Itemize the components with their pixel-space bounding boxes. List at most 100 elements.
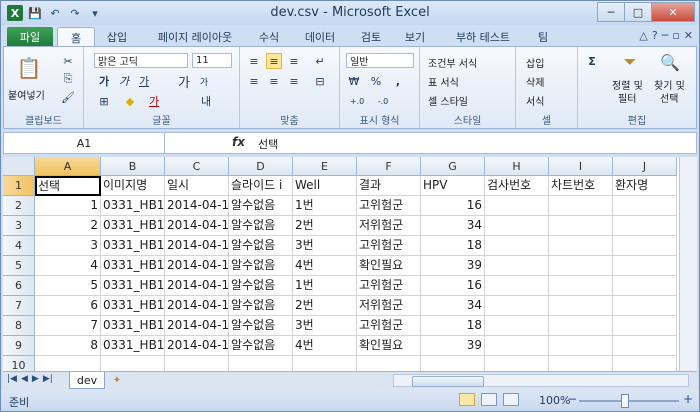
table-cell[interactable]: 차트번호: [549, 176, 613, 196]
maximize-button[interactable]: □: [624, 2, 652, 22]
table-cell[interactable]: 16: [421, 276, 485, 296]
zoom-level[interactable]: 100%: [539, 394, 570, 407]
column-header[interactable]: D: [229, 157, 293, 176]
table-cell[interactable]: 4: [35, 256, 101, 276]
zoom-in-button[interactable]: +: [683, 392, 693, 406]
row-header[interactable]: 1: [3, 176, 35, 196]
align-center-button[interactable]: ≡: [266, 73, 282, 89]
table-cell[interactable]: [613, 256, 677, 276]
increase-decimal-button[interactable]: +.0: [346, 93, 368, 109]
table-cell[interactable]: [357, 356, 421, 371]
table-cell[interactable]: 2번: [293, 216, 357, 236]
table-format-button[interactable]: 표 서식: [428, 74, 459, 89]
sort-filter-icon[interactable]: ⏷: [618, 51, 642, 73]
column-header[interactable]: F: [357, 157, 421, 176]
help-icon[interactable]: ?: [652, 29, 658, 42]
table-cell[interactable]: 7: [35, 316, 101, 336]
tab-data[interactable]: 데이터: [297, 27, 343, 47]
table-cell[interactable]: 2014-04-1: [165, 316, 229, 336]
table-cell[interactable]: [165, 356, 229, 371]
table-cell[interactable]: 저위험군: [357, 296, 421, 316]
tab-insert[interactable]: 삽입: [99, 27, 135, 47]
table-cell[interactable]: 34: [421, 216, 485, 236]
align-right-button[interactable]: ≡: [286, 73, 302, 89]
minimize-ribbon-icon[interactable]: △: [639, 29, 647, 42]
worksheet-grid[interactable]: A B C D E F G H I J 1 선택 이미지명 일시 슬라이드 i Well 결과 HPV 검사번호 차트…: [3, 157, 697, 371]
format-cells-button[interactable]: 서식: [526, 93, 544, 108]
table-cell[interactable]: 1: [35, 196, 101, 216]
table-cell[interactable]: 39: [421, 336, 485, 356]
table-cell[interactable]: [549, 296, 613, 316]
table-cell[interactable]: [549, 216, 613, 236]
decrease-decimal-button[interactable]: -.0: [372, 93, 394, 109]
table-cell[interactable]: 0331_HB1(: [101, 276, 165, 296]
format-painter-icon[interactable]: 🖌: [60, 89, 76, 105]
table-cell[interactable]: 고위험군: [357, 316, 421, 336]
select-all-corner[interactable]: [3, 157, 35, 176]
table-cell[interactable]: 34: [421, 296, 485, 316]
table-cell[interactable]: 고위험군: [357, 276, 421, 296]
tab-formulas[interactable]: 수식: [251, 27, 287, 47]
zoom-slider[interactable]: [579, 400, 679, 402]
last-sheet-icon[interactable]: ▶|: [43, 374, 53, 384]
table-cell[interactable]: 검사번호: [485, 176, 549, 196]
table-cell[interactable]: [613, 336, 677, 356]
number-format-select[interactable]: 일반: [346, 53, 414, 68]
column-header[interactable]: E: [293, 157, 357, 176]
tab-page-layout[interactable]: 페이지 레이아웃: [147, 27, 243, 47]
table-cell[interactable]: 0331_HB1(: [101, 236, 165, 256]
table-cell[interactable]: 0331_HB1(: [101, 196, 165, 216]
align-top-button[interactable]: ≡: [246, 53, 262, 69]
table-cell[interactable]: 0331_HB1(: [101, 216, 165, 236]
table-cell[interactable]: 2014-04-1: [165, 296, 229, 316]
doc-minimize-icon[interactable]: ─: [662, 29, 669, 42]
copy-icon[interactable]: ⎘: [60, 71, 76, 87]
insert-sheet-icon[interactable]: ✦: [107, 373, 127, 387]
table-cell[interactable]: [613, 216, 677, 236]
tab-view[interactable]: 보기: [397, 27, 433, 47]
table-cell[interactable]: 일시: [165, 176, 229, 196]
doc-close-icon[interactable]: ✕: [684, 29, 693, 42]
first-sheet-icon[interactable]: |◀: [7, 374, 17, 384]
tab-load-test[interactable]: 부하 테스트: [443, 27, 523, 47]
italic-button[interactable]: 가: [116, 73, 132, 89]
table-cell[interactable]: 2번: [293, 296, 357, 316]
merge-center-button[interactable]: ⊟: [312, 73, 328, 89]
table-cell[interactable]: 39: [421, 256, 485, 276]
column-header[interactable]: G: [421, 157, 485, 176]
active-cell[interactable]: 선택: [35, 176, 101, 196]
bold-button[interactable]: 가: [96, 73, 112, 89]
table-cell[interactable]: 2: [35, 216, 101, 236]
font-name-select[interactable]: 맑은 고딕: [94, 53, 188, 68]
table-cell[interactable]: [549, 256, 613, 276]
table-cell[interactable]: [485, 336, 549, 356]
zoom-out-button[interactable]: −: [567, 392, 577, 406]
table-cell[interactable]: [229, 356, 293, 371]
minimize-button[interactable]: ─: [597, 2, 625, 22]
table-cell[interactable]: 2014-04-1: [165, 276, 229, 296]
table-cell[interactable]: 알수없음: [229, 316, 293, 336]
table-cell[interactable]: [485, 356, 549, 371]
row-header[interactable]: 9: [3, 336, 35, 356]
table-cell[interactable]: 저위험군: [357, 216, 421, 236]
table-cell[interactable]: [293, 356, 357, 371]
table-cell[interactable]: 3번: [293, 316, 357, 336]
table-cell[interactable]: 확인필요: [357, 256, 421, 276]
normal-view-button[interactable]: [459, 393, 475, 406]
page-break-view-button[interactable]: [503, 393, 519, 406]
row-header[interactable]: 8: [3, 316, 35, 336]
table-cell[interactable]: 결과: [357, 176, 421, 196]
sheet-tab-dev[interactable]: dev: [69, 372, 105, 389]
align-left-button[interactable]: ≡: [246, 73, 262, 89]
table-cell[interactable]: 알수없음: [229, 196, 293, 216]
table-cell[interactable]: 3번: [293, 236, 357, 256]
table-cell[interactable]: 2014-04-1: [165, 336, 229, 356]
table-cell[interactable]: 알수없음: [229, 296, 293, 316]
table-cell[interactable]: 2014-04-1: [165, 216, 229, 236]
paste-icon[interactable]: 📋: [14, 53, 44, 83]
table-cell[interactable]: Well: [293, 176, 357, 196]
close-button[interactable]: ✕: [651, 2, 695, 22]
table-cell[interactable]: 16: [421, 196, 485, 216]
cell-style-button[interactable]: 셀 스타일: [428, 93, 468, 108]
table-cell[interactable]: [549, 336, 613, 356]
